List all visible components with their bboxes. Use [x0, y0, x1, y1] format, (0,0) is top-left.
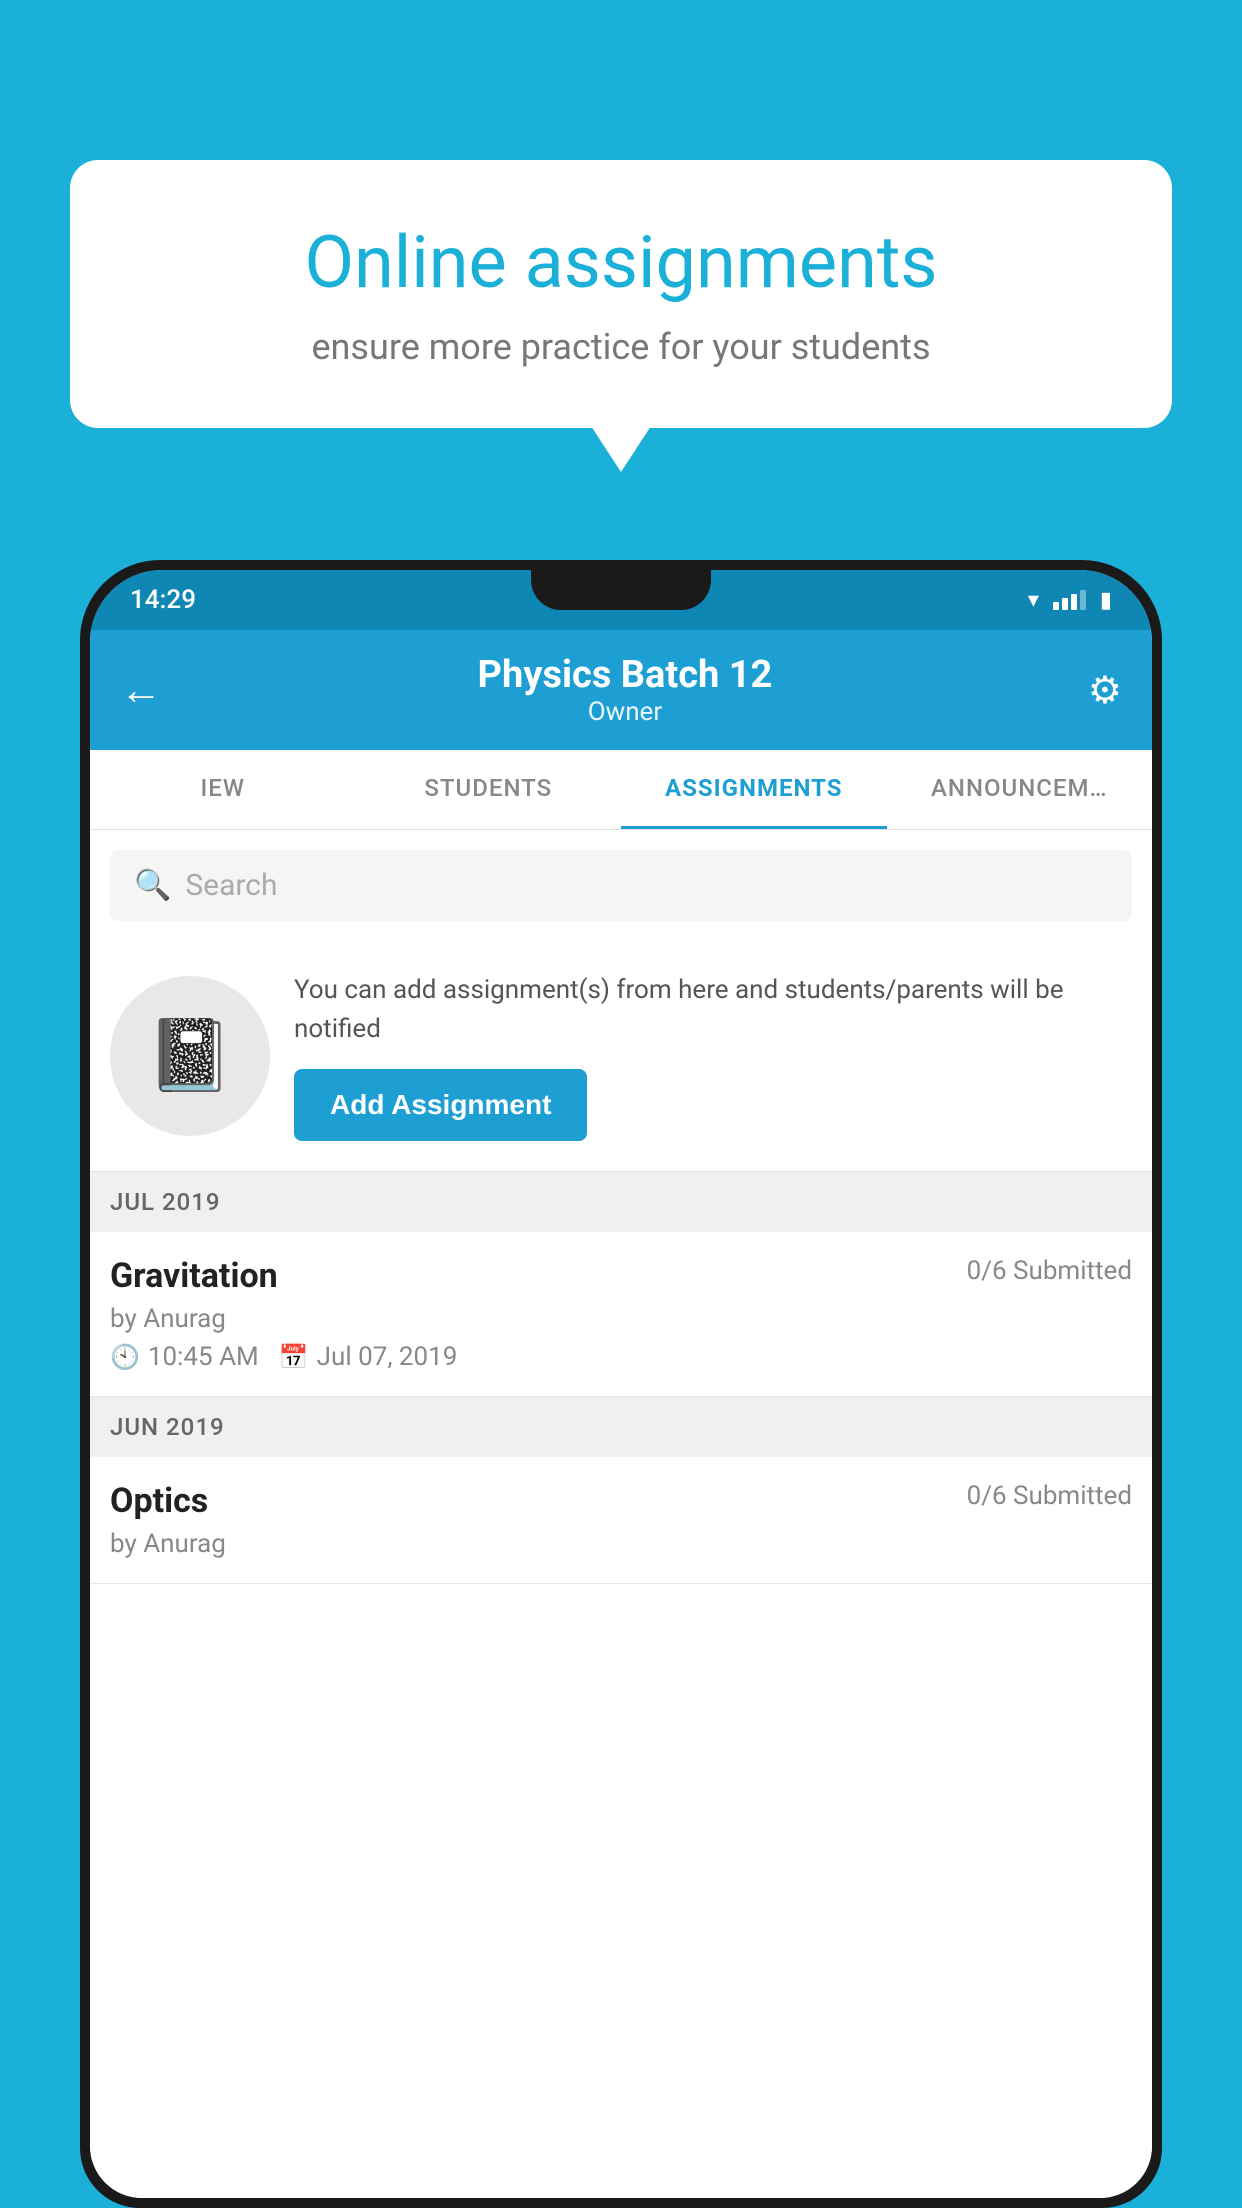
back-button[interactable]: ← [120, 666, 162, 715]
tab-overview[interactable]: IEW [90, 750, 356, 829]
notebook-icon: 📓 [146, 1015, 233, 1097]
search-placeholder: Search [185, 868, 277, 903]
empty-state-section: 📓 You can add assignment(s) from here an… [90, 941, 1152, 1172]
header-center: Physics Batch 12 Owner [478, 653, 773, 727]
submitted-count: 0/6 Submitted [967, 1256, 1132, 1286]
signal-icon [1053, 590, 1086, 610]
app-header: ← Physics Batch 12 Owner ⚙ [90, 630, 1152, 750]
empty-state-description: You can add assignment(s) from here and … [294, 971, 1132, 1049]
header-subtitle: Owner [478, 697, 773, 727]
status-icons: ▾ ▮ [1028, 588, 1112, 613]
assignment-icon-circle: 📓 [110, 976, 270, 1136]
assignment-name: Gravitation [110, 1256, 278, 1296]
add-assignment-button[interactable]: Add Assignment [294, 1069, 587, 1141]
promo-subtitle: ensure more practice for your students [140, 326, 1102, 368]
promo-section: Online assignments ensure more practice … [70, 160, 1172, 428]
tab-assignments[interactable]: ASSIGNMENTS [621, 750, 887, 829]
assignment-name-optics: Optics [110, 1481, 208, 1521]
assignment-time-date: 🕙 10:45 AM 📅 Jul 07, 2019 [110, 1342, 1132, 1372]
assignment-author: by Anurag [110, 1304, 1132, 1334]
section-header-jun: JUN 2019 [90, 1397, 1152, 1457]
promo-title: Online assignments [140, 220, 1102, 306]
submitted-count-optics: 0/6 Submitted [967, 1481, 1132, 1511]
settings-icon[interactable]: ⚙ [1088, 668, 1122, 713]
tab-students[interactable]: STUDENTS [356, 750, 622, 829]
content-area: 🔍 Search 📓 You can add assignment(s) fro… [90, 830, 1152, 2198]
wifi-icon: ▾ [1028, 588, 1039, 613]
assignment-author-optics: by Anurag [110, 1529, 1132, 1559]
speech-bubble: Online assignments ensure more practice … [70, 160, 1172, 428]
assignment-date: Jul 07, 2019 [317, 1342, 458, 1372]
assignment-time: 10:45 AM [148, 1342, 259, 1372]
search-bar[interactable]: 🔍 Search [110, 850, 1132, 921]
phone-screen: 14:29 ▾ ▮ ← [90, 570, 1152, 2198]
empty-state-content: You can add assignment(s) from here and … [294, 971, 1132, 1141]
status-time: 14:29 [130, 585, 196, 615]
assignment-item-gravitation[interactable]: Gravitation 0/6 Submitted by Anurag 🕙 10… [90, 1232, 1152, 1397]
calendar-icon: 📅 [279, 1343, 309, 1371]
section-header-jul: JUL 2019 [90, 1172, 1152, 1232]
clock-icon: 🕙 [110, 1343, 140, 1371]
assignment-item-optics[interactable]: Optics 0/6 Submitted by Anurag [90, 1457, 1152, 1584]
header-title: Physics Batch 12 [478, 653, 773, 697]
tab-announcements[interactable]: ANNOUNCEM… [887, 750, 1153, 829]
phone-body: 14:29 ▾ ▮ ← [80, 560, 1162, 2208]
phone-notch [531, 560, 711, 610]
battery-icon: ▮ [1100, 588, 1112, 613]
search-icon: 🔍 [134, 868, 171, 903]
tabs-bar: IEW STUDENTS ASSIGNMENTS ANNOUNCEM… [90, 750, 1152, 830]
phone-mockup: 14:29 ▾ ▮ ← [80, 560, 1162, 2208]
